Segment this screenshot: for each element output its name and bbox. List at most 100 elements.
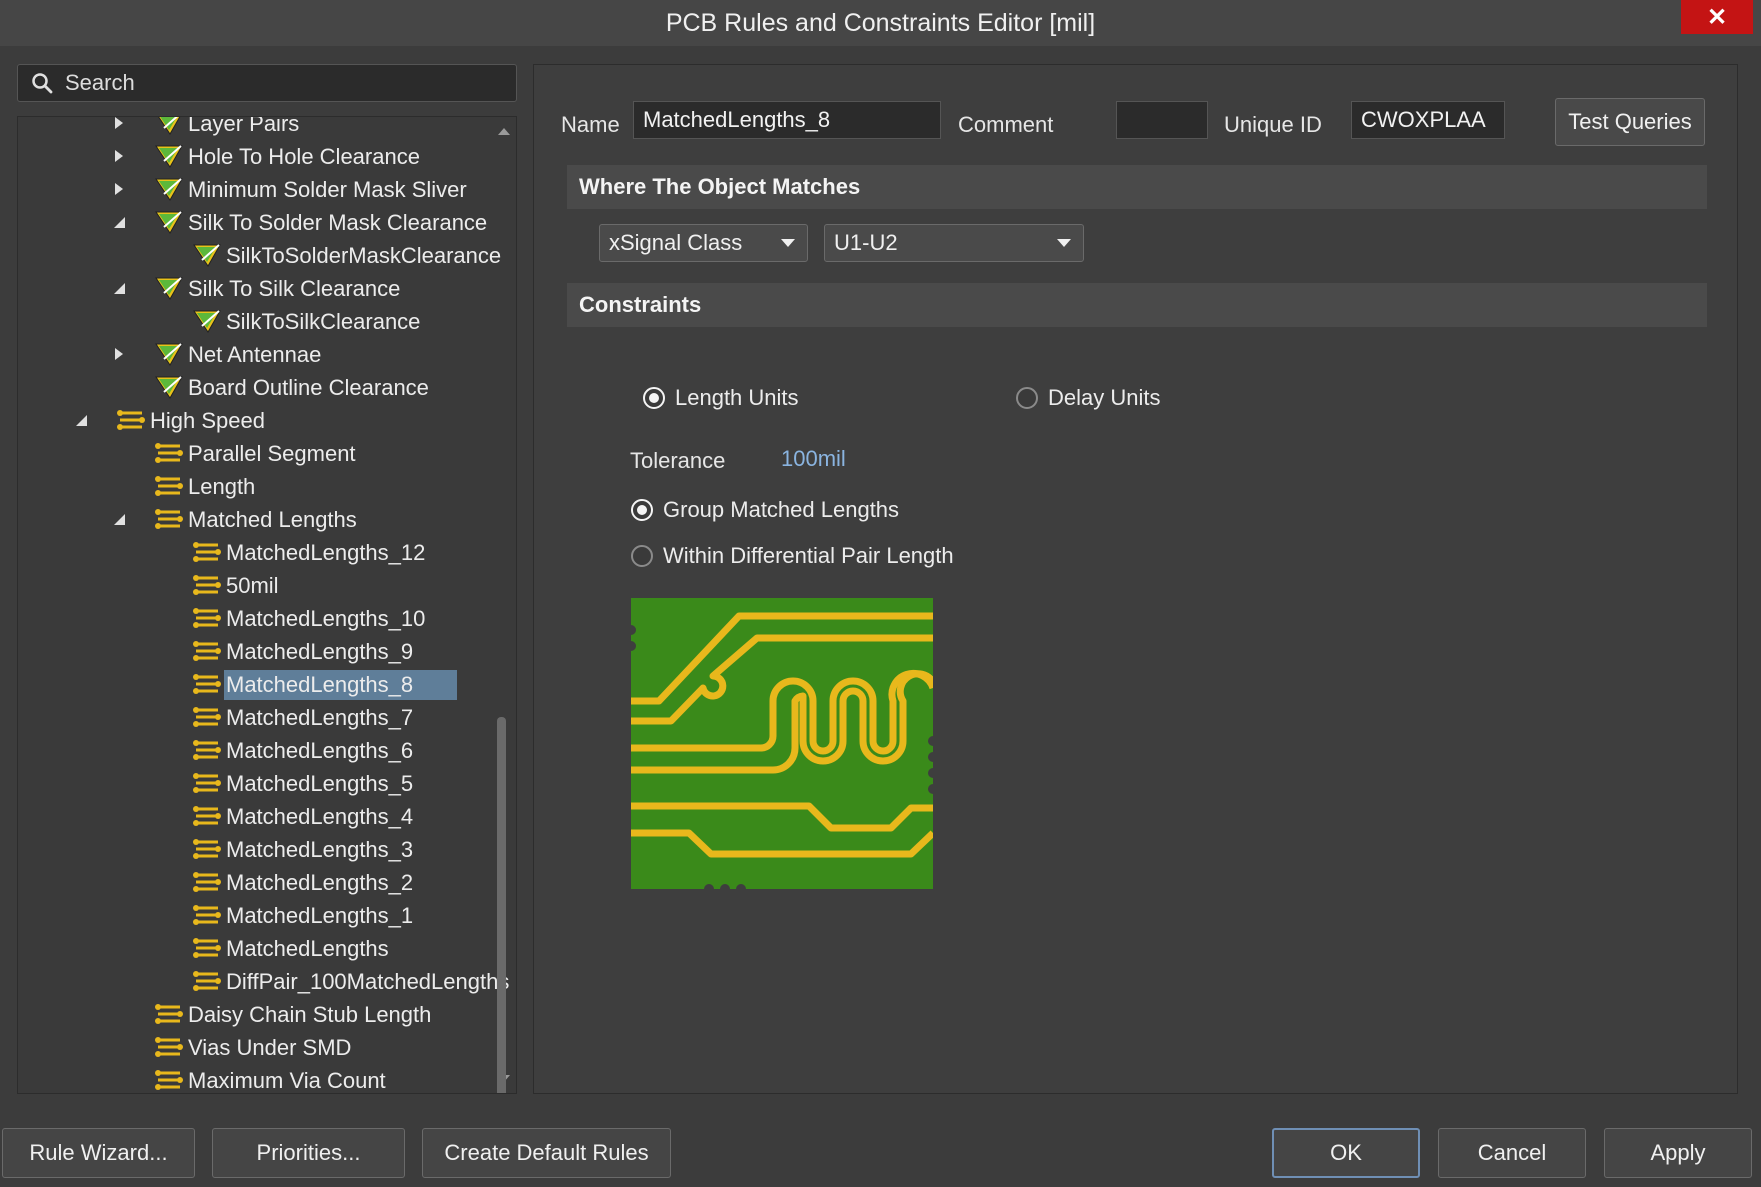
test-queries-button[interactable]: Test Queries: [1555, 98, 1705, 146]
tree-item[interactable]: MatchedLengths_2: [18, 866, 488, 898]
tree-item[interactable]: Net Antennae: [18, 338, 488, 370]
comment-label: Comment: [958, 112, 1054, 137]
tree-item[interactable]: MatchedLengths_9: [18, 635, 488, 667]
constraints-header: Constraints: [567, 283, 1707, 327]
tree-scrollbar-thumb[interactable]: [497, 717, 506, 1093]
radio-checked-icon: [631, 499, 653, 521]
tree-item[interactable]: High Speed: [18, 404, 488, 436]
ok-button[interactable]: OK: [1272, 1128, 1420, 1178]
tree-item[interactable]: Length: [18, 470, 488, 502]
class-dropdown[interactable]: U1-U2: [824, 224, 1084, 262]
name-field-value: MatchedLengths_8: [643, 107, 831, 132]
create-default-rules-button[interactable]: Create Default Rules: [422, 1128, 671, 1178]
tolerance-field[interactable]: 100mil: [781, 446, 846, 472]
high-speed-icon: [192, 704, 224, 730]
tree-item[interactable]: MatchedLengths_12: [18, 536, 488, 568]
within-diff-pair-radio[interactable]: Within Differential Pair Length: [631, 543, 954, 569]
comment-field[interactable]: [1116, 101, 1208, 139]
tree-item[interactable]: MatchedLengths_7: [18, 701, 488, 733]
tree-item[interactable]: Minimum Solder Mask Sliver: [18, 173, 488, 205]
tree-item[interactable]: MatchedLengths_8: [18, 668, 488, 700]
high-speed-icon: [192, 968, 224, 994]
tree-item-label: Minimum Solder Mask Sliver: [188, 177, 467, 202]
tree-item-label: MatchedLengths_8: [224, 670, 457, 700]
tree-item-label: MatchedLengths_4: [226, 804, 414, 829]
unique-id-field[interactable]: CWOXPLAA: [1351, 101, 1505, 139]
expand-arrow-icon[interactable]: [112, 117, 126, 130]
chevron-down-icon: [1057, 239, 1071, 247]
tree-item[interactable]: MatchedLengths_10: [18, 602, 488, 634]
search-box[interactable]: [17, 64, 517, 102]
object-type-dropdown[interactable]: xSignal Class: [599, 224, 808, 262]
group-matched-lengths-radio[interactable]: Group Matched Lengths: [631, 497, 899, 523]
search-input[interactable]: [63, 69, 487, 97]
high-speed-icon: [192, 539, 224, 565]
high-speed-icon: [154, 1067, 186, 1093]
constraints-title: Constraints: [579, 292, 702, 317]
tree-item[interactable]: Silk To Solder Mask Clearance: [18, 206, 488, 238]
search-icon: [32, 73, 53, 94]
collapse-arrow-icon[interactable]: [112, 215, 126, 229]
close-icon: ✕: [1706, 3, 1728, 31]
radio-checked-icon: [643, 387, 665, 409]
cancel-button[interactable]: Cancel: [1438, 1128, 1586, 1178]
rule-wizard-label: Rule Wizard...: [29, 1140, 168, 1165]
high-speed-icon: [154, 1034, 186, 1060]
tree-item-label: 50mil: [226, 573, 279, 598]
tree-item-label: Daisy Chain Stub Length: [188, 1002, 432, 1027]
tree-item[interactable]: MatchedLengths_1: [18, 899, 488, 931]
tree-item-label: DiffPair_100MatchedLengths: [226, 969, 510, 994]
tree-item[interactable]: MatchedLengths: [18, 932, 488, 964]
tree-item[interactable]: Vias Under SMD: [18, 1031, 488, 1063]
expand-arrow-icon[interactable]: [112, 182, 126, 196]
collapse-arrow-icon[interactable]: [112, 512, 126, 526]
tree-item[interactable]: MatchedLengths_4: [18, 800, 488, 832]
name-field[interactable]: MatchedLengths_8: [633, 101, 941, 139]
priorities-button[interactable]: Priorities...: [212, 1128, 405, 1178]
rule-tree[interactable]: Layer Pairs Hole To Hole Clearance Minimum…: [17, 116, 517, 1094]
expand-arrow-icon[interactable]: [112, 347, 126, 361]
tree-item-label: MatchedLengths_10: [226, 606, 426, 631]
apply-button[interactable]: Apply: [1604, 1128, 1752, 1178]
delay-units-radio[interactable]: Delay Units: [1016, 385, 1160, 411]
high-speed-icon: [192, 803, 224, 829]
high-speed-icon: [154, 440, 186, 466]
high-speed-icon: [192, 671, 224, 697]
within-diff-pair-label: Within Differential Pair Length: [663, 543, 954, 568]
window-title: PCB Rules and Constraints Editor [mil]: [665, 8, 1096, 37]
length-units-label: Length Units: [675, 385, 799, 410]
collapse-arrow-icon[interactable]: [74, 413, 88, 427]
tree-item-label: Length: [188, 474, 256, 499]
tree-item[interactable]: DiffPair_100MatchedLengths: [18, 965, 509, 997]
rule-wizard-button[interactable]: Rule Wizard...: [2, 1128, 195, 1178]
tree-item[interactable]: Daisy Chain Stub Length: [18, 998, 488, 1030]
rule-filter-icon: [154, 275, 186, 301]
tree-item[interactable]: Hole To Hole Clearance: [18, 140, 488, 172]
tree-item[interactable]: Parallel Segment: [18, 437, 488, 469]
tree-item[interactable]: SilkToSolderMaskClearance: [18, 239, 501, 271]
tree-item[interactable]: Matched Lengths: [18, 503, 488, 535]
tree-item[interactable]: Board Outline Clearance: [18, 371, 488, 403]
tree-item[interactable]: Silk To Silk Clearance: [18, 272, 488, 304]
tree-item-label: Parallel Segment: [188, 441, 356, 466]
high-speed-icon: [192, 869, 224, 895]
tree-item[interactable]: 50mil: [18, 569, 488, 601]
high-speed-icon: [192, 572, 224, 598]
close-button[interactable]: ✕: [1681, 0, 1753, 34]
where-matches-title: Where The Object Matches: [579, 174, 861, 199]
cancel-label: Cancel: [1477, 1140, 1547, 1165]
priorities-label: Priorities...: [256, 1140, 361, 1165]
expand-arrow-icon[interactable]: [112, 149, 126, 163]
tree-item[interactable]: MatchedLengths_6: [18, 734, 488, 766]
tree-item[interactable]: MatchedLengths_5: [18, 767, 488, 799]
tree-item[interactable]: SilkToSilkClearance: [18, 305, 488, 337]
tree-item[interactable]: Maximum Via Count: [18, 1064, 488, 1093]
tree-item-label: MatchedLengths_5: [226, 771, 414, 796]
create-default-rules-label: Create Default Rules: [444, 1140, 649, 1165]
tree-item-label: Silk To Solder Mask Clearance: [188, 210, 488, 235]
tree-item[interactable]: Layer Pairs: [18, 117, 488, 139]
length-units-radio[interactable]: Length Units: [643, 385, 799, 411]
collapse-arrow-icon[interactable]: [112, 281, 126, 295]
tree-item[interactable]: MatchedLengths_3: [18, 833, 488, 865]
scroll-up-icon[interactable]: [497, 125, 511, 137]
